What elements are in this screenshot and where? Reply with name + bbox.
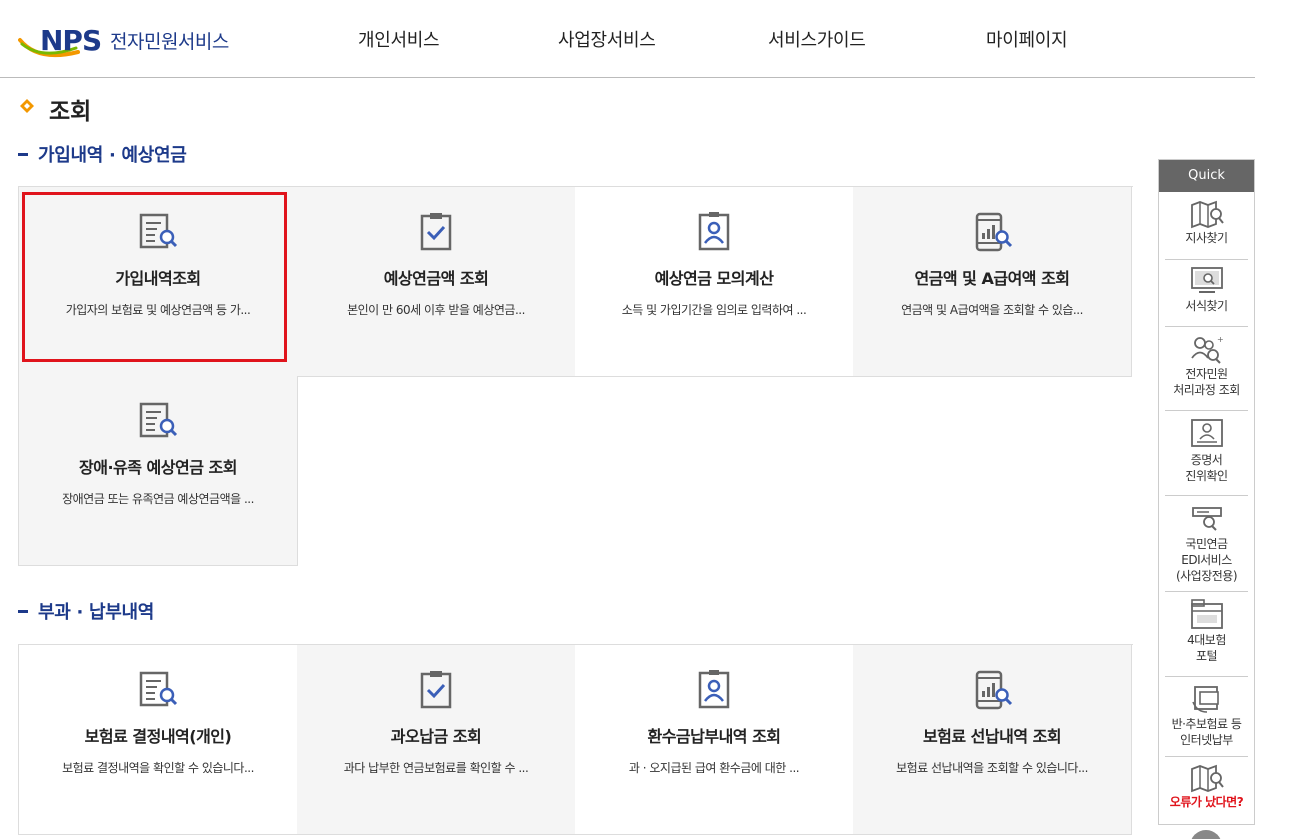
card-description: 과 · 오지급된 급여 환수금에 대한 ... bbox=[628, 761, 800, 775]
card-payment-icon bbox=[1191, 686, 1219, 713]
card-refund-payment[interactable]: 환수금납부내역 조회 과 · 오지급된 급여 환수금에 대한 ... bbox=[575, 645, 854, 835]
folder-portal-icon bbox=[1190, 599, 1223, 629]
clipboard-check-icon bbox=[420, 213, 452, 251]
section-title-label: 부과 · 납부내역 bbox=[38, 602, 155, 623]
edi-icon bbox=[1191, 507, 1222, 531]
card-grid-billing: 보험료 결정내역(개인) 보험료 결정내역을 확인할 수 있습니다... 과오납… bbox=[18, 644, 1133, 835]
card-title: 보험료 선납내역 조회 bbox=[922, 727, 1062, 746]
card-title: 장애·유족 예상연금 조회 bbox=[79, 458, 237, 477]
people-search-icon: + bbox=[1190, 335, 1224, 364]
dash-bullet-icon bbox=[18, 152, 28, 156]
scroll-top-button[interactable] bbox=[1190, 830, 1222, 839]
nav-business-service[interactable]: 사업장서비스 bbox=[558, 26, 656, 52]
page-title: 조회 bbox=[49, 99, 92, 125]
nav-my-page[interactable]: 마이페이지 bbox=[986, 26, 1068, 52]
person-badge-icon bbox=[698, 670, 730, 709]
diamond-bullet-icon bbox=[20, 99, 34, 113]
divider bbox=[1165, 591, 1248, 592]
svg-text:+: + bbox=[1217, 335, 1224, 344]
clipboard-check-icon bbox=[420, 671, 452, 709]
divider bbox=[1165, 259, 1248, 260]
quick-item-label-line1: 반·추보험료 등 bbox=[1171, 717, 1242, 731]
card-description: 과다 납부한 연금보험료를 확인할 수 ... bbox=[343, 761, 529, 775]
document-search-icon bbox=[139, 671, 178, 707]
map-search-icon bbox=[1190, 200, 1224, 229]
quick-item-label-line1: 4대보험 bbox=[1187, 633, 1226, 647]
card-pension-amount[interactable]: 연금액 및 A급여액 조회 연금액 및 A급여액을 조회할 수 있습... bbox=[853, 187, 1132, 377]
monitor-search-icon bbox=[1190, 267, 1223, 293]
section-title-label: 가입내역 · 예상연금 bbox=[38, 145, 187, 166]
quick-item-label-line2: 처리과정 조회 bbox=[1173, 383, 1240, 397]
divider bbox=[1165, 495, 1248, 496]
site-header: NPS 전자민원서비스 개인서비스 사업장서비스 서비스가이드 마이페이지 bbox=[0, 0, 1255, 78]
dash-bullet-icon bbox=[18, 609, 28, 613]
quick-item-label: 지사찾기 bbox=[1185, 231, 1228, 245]
card-title: 예상연금 모의계산 bbox=[654, 269, 774, 288]
card-description: 보험료 결정내역을 확인할 수 있습니다... bbox=[62, 761, 254, 775]
card-title: 과오납금 조회 bbox=[390, 727, 482, 746]
card-title: 환수금납부내역 조회 bbox=[647, 727, 781, 746]
nav-personal-service[interactable]: 개인서비스 bbox=[358, 26, 440, 52]
card-subscription-history[interactable]: 가입내역조회 가입자의 보험료 및 예상연금액 등 가... bbox=[19, 187, 298, 377]
card-premium-decision[interactable]: 보험료 결정내역(개인) 보험료 결정내역을 확인할 수 있습니다... bbox=[19, 645, 298, 835]
divider bbox=[1165, 410, 1248, 411]
nav-service-guide[interactable]: 서비스가이드 bbox=[768, 26, 866, 52]
card-title: 보험료 결정내역(개인) bbox=[84, 727, 232, 746]
card-description: 본인이 만 60세 이후 받을 예상연금... bbox=[347, 303, 525, 317]
quick-item-label-line2: EDI서비스 bbox=[1181, 553, 1232, 567]
document-search-icon bbox=[139, 402, 178, 438]
card-title: 예상연금액 조회 bbox=[383, 269, 489, 288]
quick-item-label-line1: 증명서 bbox=[1190, 453, 1223, 467]
quick-edi-service[interactable]: 국민연금 EDI서비스 (사업장전용) bbox=[1159, 504, 1254, 584]
card-description: 장애연금 또는 유족연금 예상연금액을 ... bbox=[62, 492, 254, 506]
card-expected-pension[interactable]: 예상연금액 조회 본인이 만 60세 이후 받을 예상연금... bbox=[297, 187, 576, 377]
card-grid-subscription: 가입내역조회 가입자의 보험료 및 예상연금액 등 가... 예상연금액 조회 … bbox=[18, 186, 1133, 566]
card-pension-simulation[interactable]: 예상연금 모의계산 소득 및 가입기간을 임의로 입력하여 ... bbox=[575, 187, 854, 377]
quick-internet-payment[interactable]: 반·추보험료 등 인터넷납부 bbox=[1159, 684, 1254, 748]
quick-item-label-line2: 포털 bbox=[1195, 649, 1218, 663]
quick-menu: Quick 지사찾기 서식찾기 + 전자민원 처리과정 조회 증명서 진위확인 … bbox=[1158, 159, 1255, 825]
certificate-icon bbox=[1190, 419, 1223, 447]
card-prepayment[interactable]: 보험료 선납내역 조회 보험료 선납내역을 조회할 수 있습니다... bbox=[853, 645, 1132, 835]
divider bbox=[1165, 676, 1248, 677]
quick-find-form[interactable]: 서식찾기 bbox=[1159, 266, 1254, 314]
quick-certificate-verify[interactable]: 증명서 진위확인 bbox=[1159, 418, 1254, 484]
nps-logo[interactable]: NPS 전자민원서비스 bbox=[18, 18, 258, 62]
quick-four-insurance-portal[interactable]: 4대보험 포털 bbox=[1159, 598, 1254, 664]
quick-civil-process[interactable]: + 전자민원 처리과정 조회 bbox=[1159, 334, 1254, 398]
document-search-icon bbox=[139, 213, 178, 249]
quick-item-label-line3: (사업장전용) bbox=[1175, 569, 1238, 583]
quick-item-label-line2: 진위확인 bbox=[1185, 469, 1228, 483]
card-disability-survivor-pension[interactable]: 장애·유족 예상연금 조회 장애연금 또는 유족연금 예상연금액을 ... bbox=[19, 376, 298, 566]
quick-item-label: 오류가 났다면? bbox=[1169, 795, 1244, 809]
phone-chart-search-icon bbox=[975, 212, 1013, 252]
quick-item-label-line1: 전자민원 bbox=[1185, 367, 1228, 381]
quick-item-label-line2: 인터넷납부 bbox=[1180, 733, 1233, 747]
logo-brand: NPS bbox=[40, 24, 102, 57]
card-description: 가입자의 보험료 및 예상연금액 등 가... bbox=[65, 303, 251, 317]
quick-report-error[interactable]: 오류가 났다면? bbox=[1159, 764, 1254, 810]
quick-item-label-line1: 국민연금 bbox=[1185, 537, 1228, 551]
card-description: 보험료 선납내역을 조회할 수 있습니다... bbox=[896, 761, 1088, 775]
section-title-billing: 부과 · 납부내역 bbox=[18, 598, 154, 624]
card-description: 소득 및 가입기간을 임의로 입력하여 ... bbox=[621, 303, 807, 317]
logo-title: 전자민원서비스 bbox=[110, 31, 229, 53]
map-search-icon bbox=[1190, 764, 1224, 793]
card-title: 연금액 및 A급여액 조회 bbox=[914, 269, 1070, 288]
divider bbox=[1165, 326, 1248, 327]
person-badge-icon bbox=[698, 212, 730, 251]
quick-find-branch[interactable]: 지사찾기 bbox=[1159, 200, 1254, 246]
card-overpayment[interactable]: 과오납금 조회 과다 납부한 연금보험료를 확인할 수 ... bbox=[297, 645, 576, 835]
section-title-subscription: 가입내역 · 예상연금 bbox=[18, 141, 187, 167]
card-description: 연금액 및 A급여액을 조회할 수 있습... bbox=[901, 303, 1083, 317]
card-title: 가입내역조회 bbox=[115, 269, 201, 288]
divider bbox=[1165, 756, 1248, 757]
quick-menu-header: Quick bbox=[1159, 160, 1254, 192]
quick-item-label: 서식찾기 bbox=[1185, 299, 1228, 313]
phone-chart-search-icon bbox=[975, 670, 1013, 710]
